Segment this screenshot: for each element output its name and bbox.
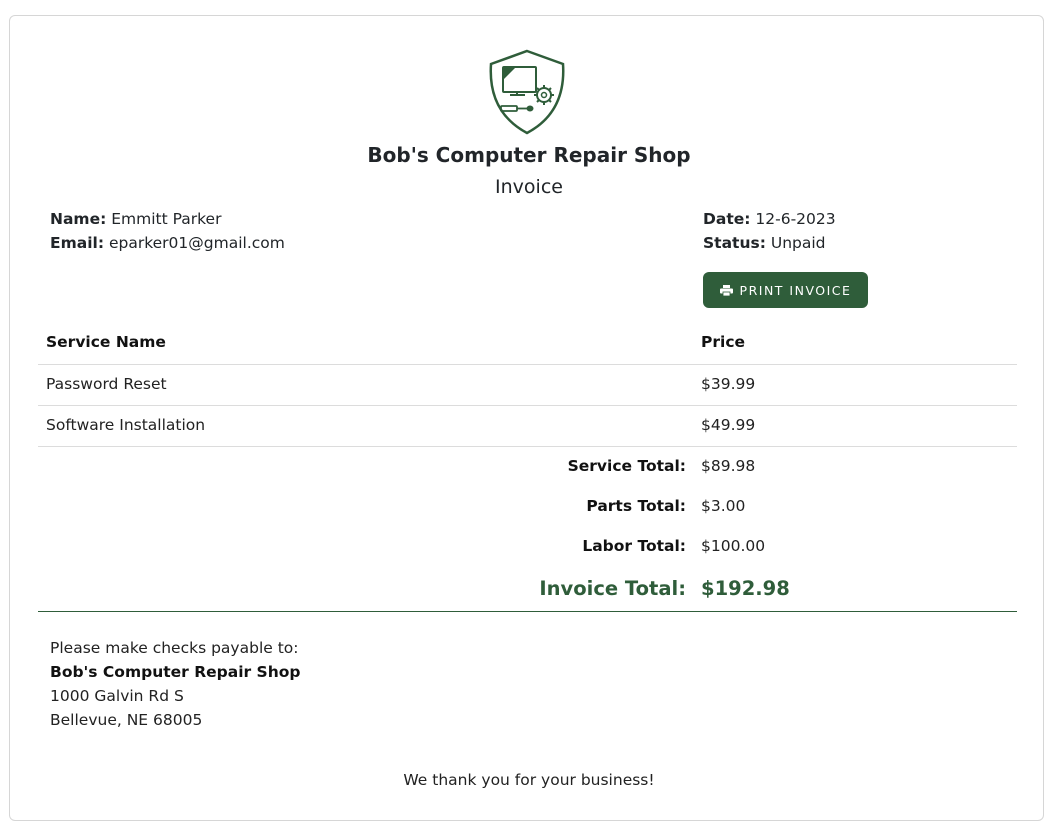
customer-name-line: Name: Emmitt Parker [50,207,285,231]
parts-total-value: $3.00 [701,497,746,515]
print-invoice-label: PRINT INVOICE [739,282,852,298]
printer-icon [719,284,733,296]
service-total-label: Service Total: [567,457,686,475]
invoice-title: Invoice [495,176,563,198]
invoice-status: Unpaid [770,234,826,252]
price-cell: $39.99 [701,375,756,393]
invoice-total-label: Invoice Total: [539,577,686,600]
customer-info: Name: Emmitt Parker Email: eparker01@gma… [50,207,285,255]
service-name-cell: Software Installation [46,416,206,434]
totals-divider [38,611,1017,612]
shop-name: Bob's Computer Repair Shop [367,143,691,167]
payable-address-line1: 1000 Galvin Rd S [50,687,184,705]
parts-total-label: Parts Total: [586,497,686,515]
service-total-value: $89.98 [701,457,756,475]
invoice-meta: Date: 12-6-2023 Status: Unpaid [703,207,836,255]
name-label: Name: [50,210,107,228]
price-cell: $49.99 [701,416,756,434]
status-line: Status: Unpaid [703,231,836,255]
table-divider [38,364,1017,365]
customer-email-line: Email: eparker01@gmail.com [50,231,285,255]
date-label: Date: [703,210,751,228]
service-name-header: Service Name [46,333,166,351]
invoice-total-value: $192.98 [701,577,790,600]
service-name-cell: Password Reset [46,375,167,393]
payable-address-line2: Bellevue, NE 68005 [50,711,203,729]
labor-total-value: $100.00 [701,537,766,555]
payable-name: Bob's Computer Repair Shop [50,663,301,681]
table-divider [38,405,1017,406]
invoice-date: 12-6-2023 [755,210,836,228]
computer-repair-shield-icon [489,49,565,135]
payment-instructions: Please make checks payable to: Bob's Com… [50,636,301,732]
payable-intro: Please make checks payable to: [50,639,299,657]
print-invoice-button[interactable]: PRINT INVOICE [703,272,868,308]
price-header: Price [701,333,746,351]
status-label: Status: [703,234,766,252]
labor-total-label: Labor Total: [582,537,686,555]
date-line: Date: 12-6-2023 [703,207,836,231]
thank-you-message: We thank you for your business! [403,771,655,789]
customer-email: eparker01@gmail.com [108,234,285,252]
customer-name: Emmitt Parker [111,210,222,228]
email-label: Email: [50,234,105,252]
table-divider [38,446,1017,447]
